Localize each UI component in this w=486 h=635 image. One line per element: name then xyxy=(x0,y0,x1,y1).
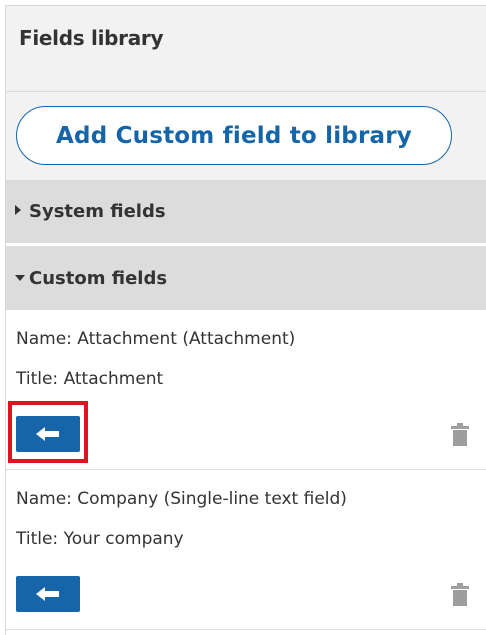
page-title: Fields library xyxy=(19,26,164,50)
trash-icon xyxy=(451,583,469,606)
field-title: Title: Attachment xyxy=(16,369,164,389)
field-name: Name: Attachment (Attachment) xyxy=(16,329,296,349)
caret-down-icon xyxy=(14,272,26,285)
list-item: Name: Company (Single-line text field) T… xyxy=(6,470,486,630)
panel-header: Fields library xyxy=(6,6,486,92)
section-custom-fields[interactable]: Custom fields xyxy=(6,246,486,310)
list-item: Name: Attachment (Attachment) Title: Att… xyxy=(6,310,486,470)
trash-icon xyxy=(451,423,469,446)
arrow-left-icon xyxy=(36,587,59,601)
add-custom-field-button[interactable]: Add Custom field to library xyxy=(16,106,452,165)
section-label: System fields xyxy=(29,201,166,222)
caret-right-icon xyxy=(14,204,26,219)
fields-library-panel: Fields library Add Custom field to libra… xyxy=(5,5,486,635)
add-field-area: Add Custom field to library xyxy=(6,92,486,180)
field-title: Title: Your company xyxy=(16,529,184,549)
delete-field-button[interactable] xyxy=(450,423,470,447)
section-label: Custom fields xyxy=(29,267,168,289)
arrow-left-icon xyxy=(36,427,59,441)
field-name: Name: Company (Single-line text field) xyxy=(16,489,347,509)
section-system-fields[interactable]: System fields xyxy=(6,180,486,246)
delete-field-button[interactable] xyxy=(450,583,470,607)
move-to-form-button[interactable] xyxy=(16,576,80,612)
move-to-form-button[interactable] xyxy=(16,416,80,452)
